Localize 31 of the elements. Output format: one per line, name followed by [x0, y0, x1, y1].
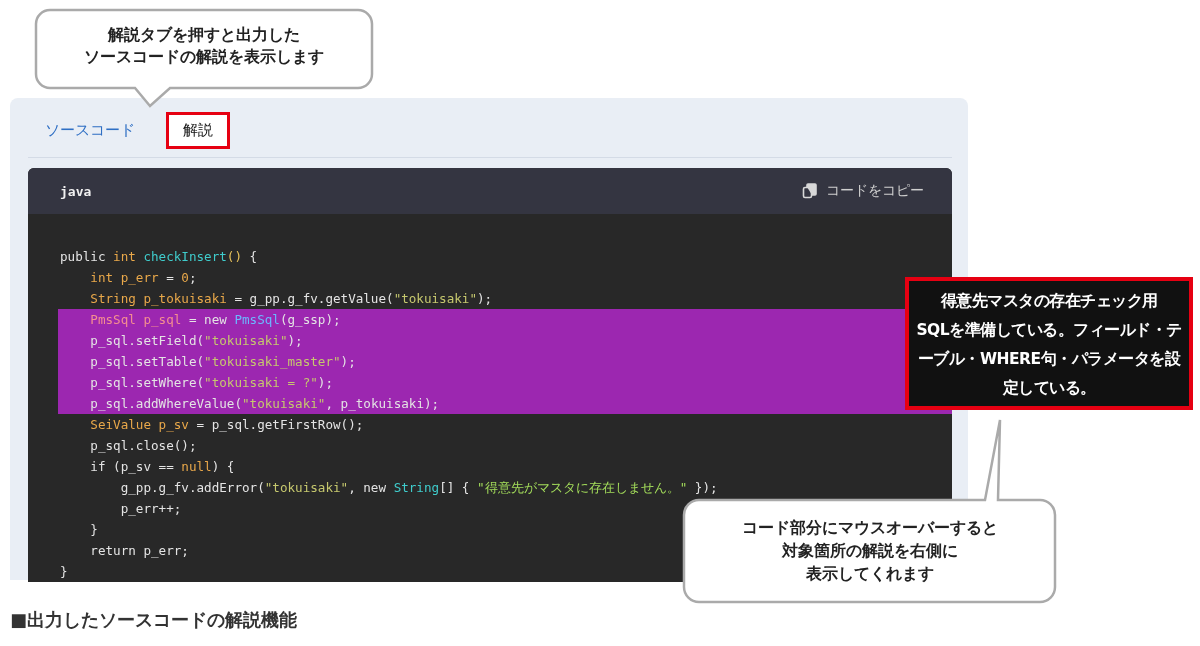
copy-button[interactable]: コードをコピー — [796, 181, 930, 201]
callout-text: 対象箇所の解説を右側に — [781, 541, 958, 560]
tooltip-text: SQLを準備している。フィールド・テ — [916, 320, 1182, 341]
code-line: p_sql.addWhereValue("tokuisaki", p_tokuisaki); — [89, 395, 440, 413]
tooltip-text: 得意先マスタの存在チェック用 — [940, 291, 1158, 312]
code-line: SeiValue p_sv = p_sql.getFirstRow(); — [89, 416, 364, 434]
callout-text: コード部分にマウスオーバーすると — [741, 518, 998, 537]
tab[interactable]: ソースコード — [28, 112, 152, 149]
copy-icon — [802, 183, 818, 199]
code-line: } — [60, 563, 68, 581]
code-line: g_pp.g_fv.addError("tokuisaki", new String[] { "得意先がマスタに存在しません。" }); — [119, 479, 718, 497]
tooltip-text: 定している。 — [1002, 378, 1096, 399]
code-line: PmsSql p_sql = new PmsSql(g_ssp); — [89, 311, 341, 329]
tooltip-text: ーブル・WHERE句・パラメータを設 — [917, 349, 1181, 370]
code-line: p_sql.close(); — [89, 437, 197, 455]
code-line: } — [89, 521, 98, 539]
code-line: p_sql.setTable("tokuisaki_master"); — [89, 353, 356, 371]
tab[interactable]: 解説 — [166, 112, 230, 149]
code-line: if (p_sv == null) { — [89, 458, 235, 476]
callout-text: 解説タブを押すと出力した — [108, 25, 300, 44]
code-line: p_sql.setField("tokuisaki"); — [89, 332, 303, 350]
code-line: p_sql.setWhere("tokuisaki = ?"); — [89, 374, 333, 392]
callout-text: 表示してくれます — [805, 564, 934, 583]
callout-text: ソースコードの解説を表示します — [84, 47, 324, 66]
code-line: p_err++; — [119, 500, 182, 518]
language-label: java — [60, 183, 92, 199]
code-line: public int checkInsert() { — [60, 248, 258, 266]
code-line: int p_err = 0; — [89, 269, 197, 287]
code-line: return p_err; — [89, 542, 189, 560]
caption: ■出力したソースコードの解説機能 — [10, 608, 297, 632]
code-line: String p_tokuisaki = g_pp.g_fv.getValue("tokuisaki"); — [89, 290, 493, 308]
